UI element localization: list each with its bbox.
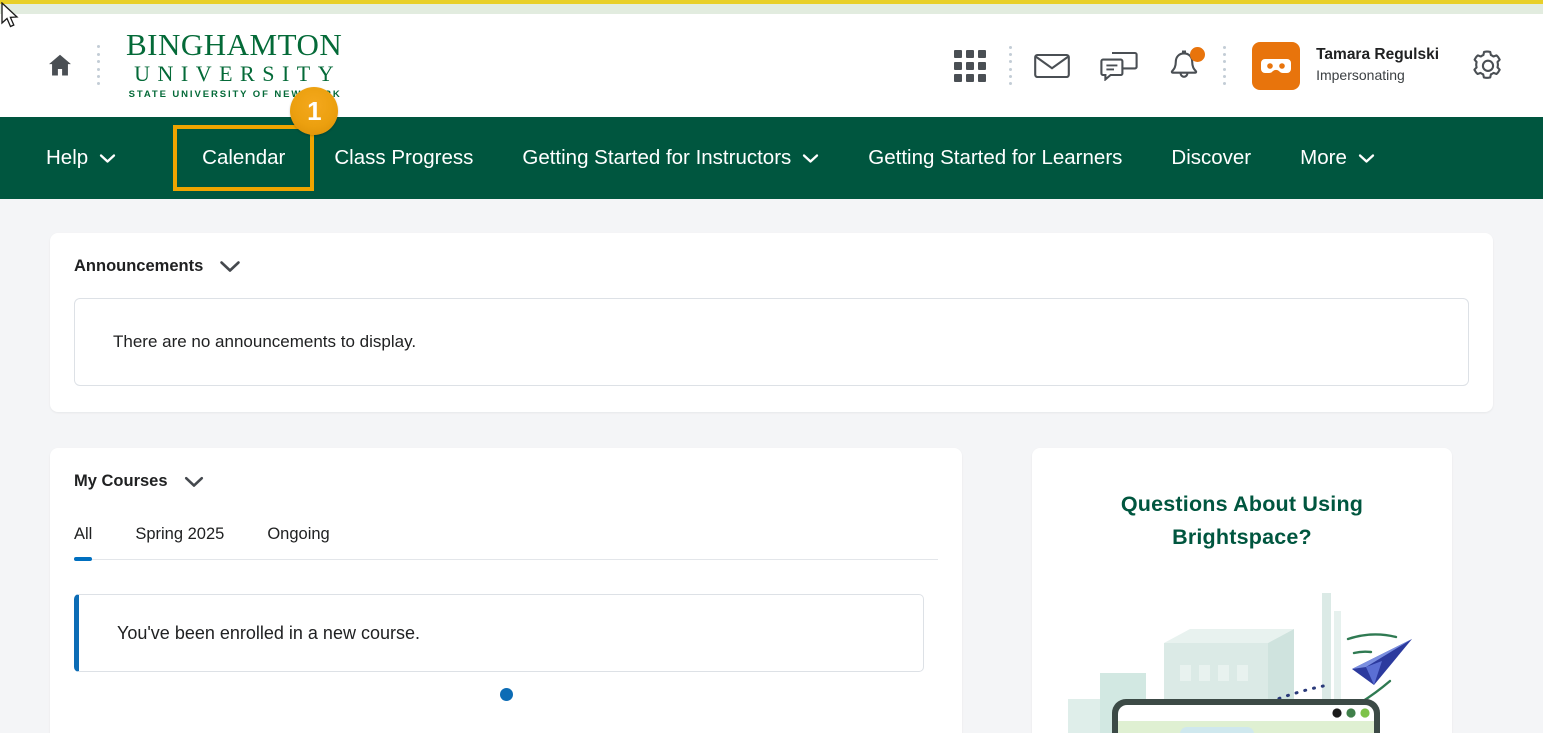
help-widget-title: Questions About Using Brightspace?	[1060, 488, 1424, 555]
nav-item-getting-started-learners[interactable]: Getting Started for Learners	[868, 146, 1122, 170]
user-profile-menu[interactable]: Tamara Regulski Impersonating	[1252, 41, 1439, 90]
nav-item-help[interactable]: Help	[46, 146, 116, 170]
announcements-title: Announcements	[74, 257, 204, 275]
help-widget-title-line1: Questions About Using	[1120, 492, 1364, 516]
header-divider	[96, 45, 100, 86]
enrollment-notice[interactable]: You've been enrolled in a new course.	[74, 594, 924, 672]
help-widget-body: Questions About Using Brightspace?	[1032, 448, 1452, 733]
home-icon[interactable]	[46, 51, 74, 79]
announcements-empty-text: There are no announcements to display.	[113, 332, 417, 351]
logo-line-university: UNIVERSITY	[134, 61, 342, 87]
nav-label-calendar: Calendar	[202, 146, 286, 169]
nav-item-class-progress[interactable]: Class Progress	[334, 146, 473, 170]
header-tools-divider-2	[1222, 45, 1226, 86]
logo-line-binghamton: BINGHAMTON	[126, 26, 343, 62]
chevron-down-icon	[99, 153, 116, 164]
chevron-down-icon	[1358, 153, 1375, 164]
step-badge-1: 1	[290, 87, 339, 135]
email-icon[interactable]	[1034, 52, 1070, 80]
notification-dot	[1190, 46, 1206, 62]
main-navigation: Help Calendar 1 Class Progress Getting S…	[0, 87, 1543, 199]
brightspace-help-widget[interactable]: Questions About Using Brightspace?	[1032, 448, 1452, 733]
nav-item-calendar[interactable]: Calendar 1	[173, 87, 339, 191]
user-status: Impersonating	[1316, 67, 1405, 84]
header-tools-divider-1	[1008, 45, 1012, 86]
bell-icon[interactable]	[1168, 46, 1206, 83]
nav-item-more[interactable]: More	[1300, 146, 1375, 170]
page-header: BINGHAMTON UNIVERSITY STATE UNIVERSITY O…	[0, 14, 1543, 117]
tab-ongoing[interactable]: Ongoing	[267, 525, 329, 559]
chevron-down-icon[interactable]	[219, 260, 241, 273]
mask-icon	[1252, 41, 1301, 90]
secondary-accent-band	[0, 4, 1543, 14]
nav-label-class-progress: Class Progress	[334, 146, 474, 169]
nav-label-discover: Discover	[1171, 146, 1252, 169]
my-courses-header: My Courses	[50, 448, 962, 491]
announcements-empty-state: There are no announcements to display.	[74, 298, 1469, 386]
main-content: Announcements There are no announcements…	[0, 199, 1543, 733]
my-courses-widget: My Courses All Spring 2025 Ongoing You'v…	[50, 448, 962, 733]
waffle-menu-icon[interactable]	[954, 49, 987, 82]
nav-label-getting-started-learners: Getting Started for Learners	[868, 146, 1123, 169]
announcements-widget: Announcements There are no announcements…	[50, 233, 1493, 412]
nav-label-help: Help	[46, 146, 89, 169]
nav-label-more: More	[1300, 146, 1347, 169]
nav-label-getting-started-instructors: Getting Started for Instructors	[522, 146, 792, 169]
chevron-down-icon[interactable]	[184, 476, 204, 488]
chevron-down-icon	[802, 153, 819, 164]
tab-spring-2025[interactable]: Spring 2025	[135, 525, 224, 559]
tab-all[interactable]: All	[74, 525, 93, 561]
nav-item-getting-started-instructors[interactable]: Getting Started for Instructors	[522, 146, 819, 170]
nav-item-discover[interactable]: Discover	[1171, 146, 1251, 170]
gear-icon[interactable]	[1471, 49, 1505, 83]
carousel-indicator[interactable]	[50, 688, 962, 701]
announcements-header: Announcements	[50, 233, 1493, 276]
enrollment-notice-text: You've been enrolled in a new course.	[117, 622, 420, 643]
header-tools: Tamara Regulski Impersonating	[954, 41, 1505, 90]
user-name: Tamara Regulski	[1316, 46, 1439, 64]
header-brand-area: BINGHAMTON UNIVERSITY STATE UNIVERSITY O…	[46, 29, 342, 102]
chat-icon[interactable]	[1100, 51, 1138, 81]
help-widget-title-line2: Brightspace?	[1172, 525, 1312, 550]
my-courses-tabs: All Spring 2025 Ongoing	[74, 525, 938, 561]
brightspace-support-illustration	[1060, 581, 1424, 733]
my-courses-title: My Courses	[74, 472, 168, 490]
dashboard-row: My Courses All Spring 2025 Ongoing You'v…	[50, 448, 1493, 733]
user-profile-text: Tamara Regulski Impersonating	[1316, 45, 1439, 86]
